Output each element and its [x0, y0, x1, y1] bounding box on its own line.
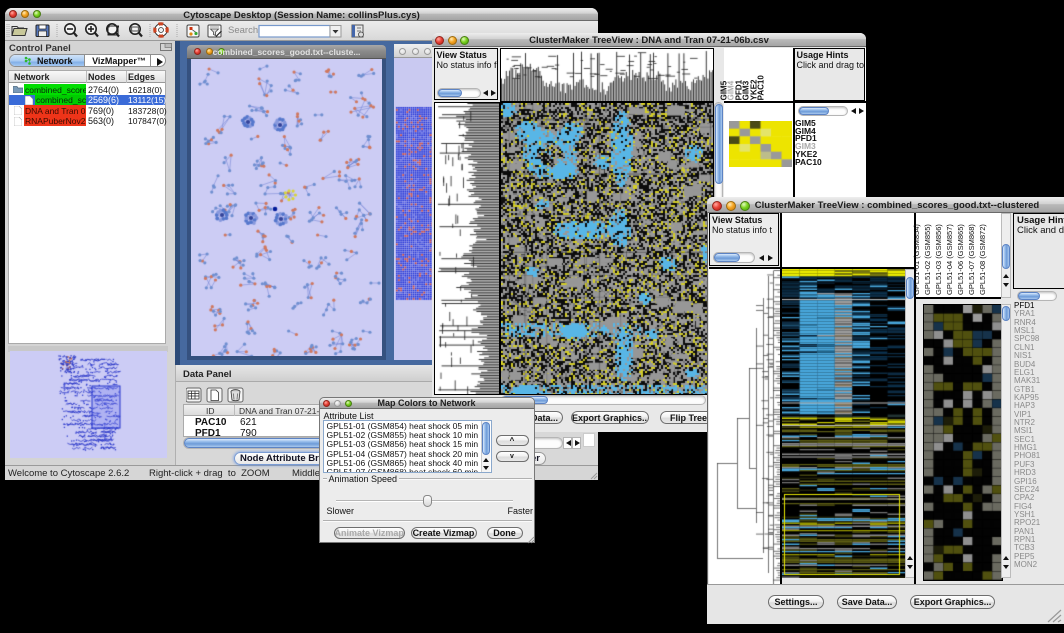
svg-text:Search:: Search: — [228, 25, 261, 36]
